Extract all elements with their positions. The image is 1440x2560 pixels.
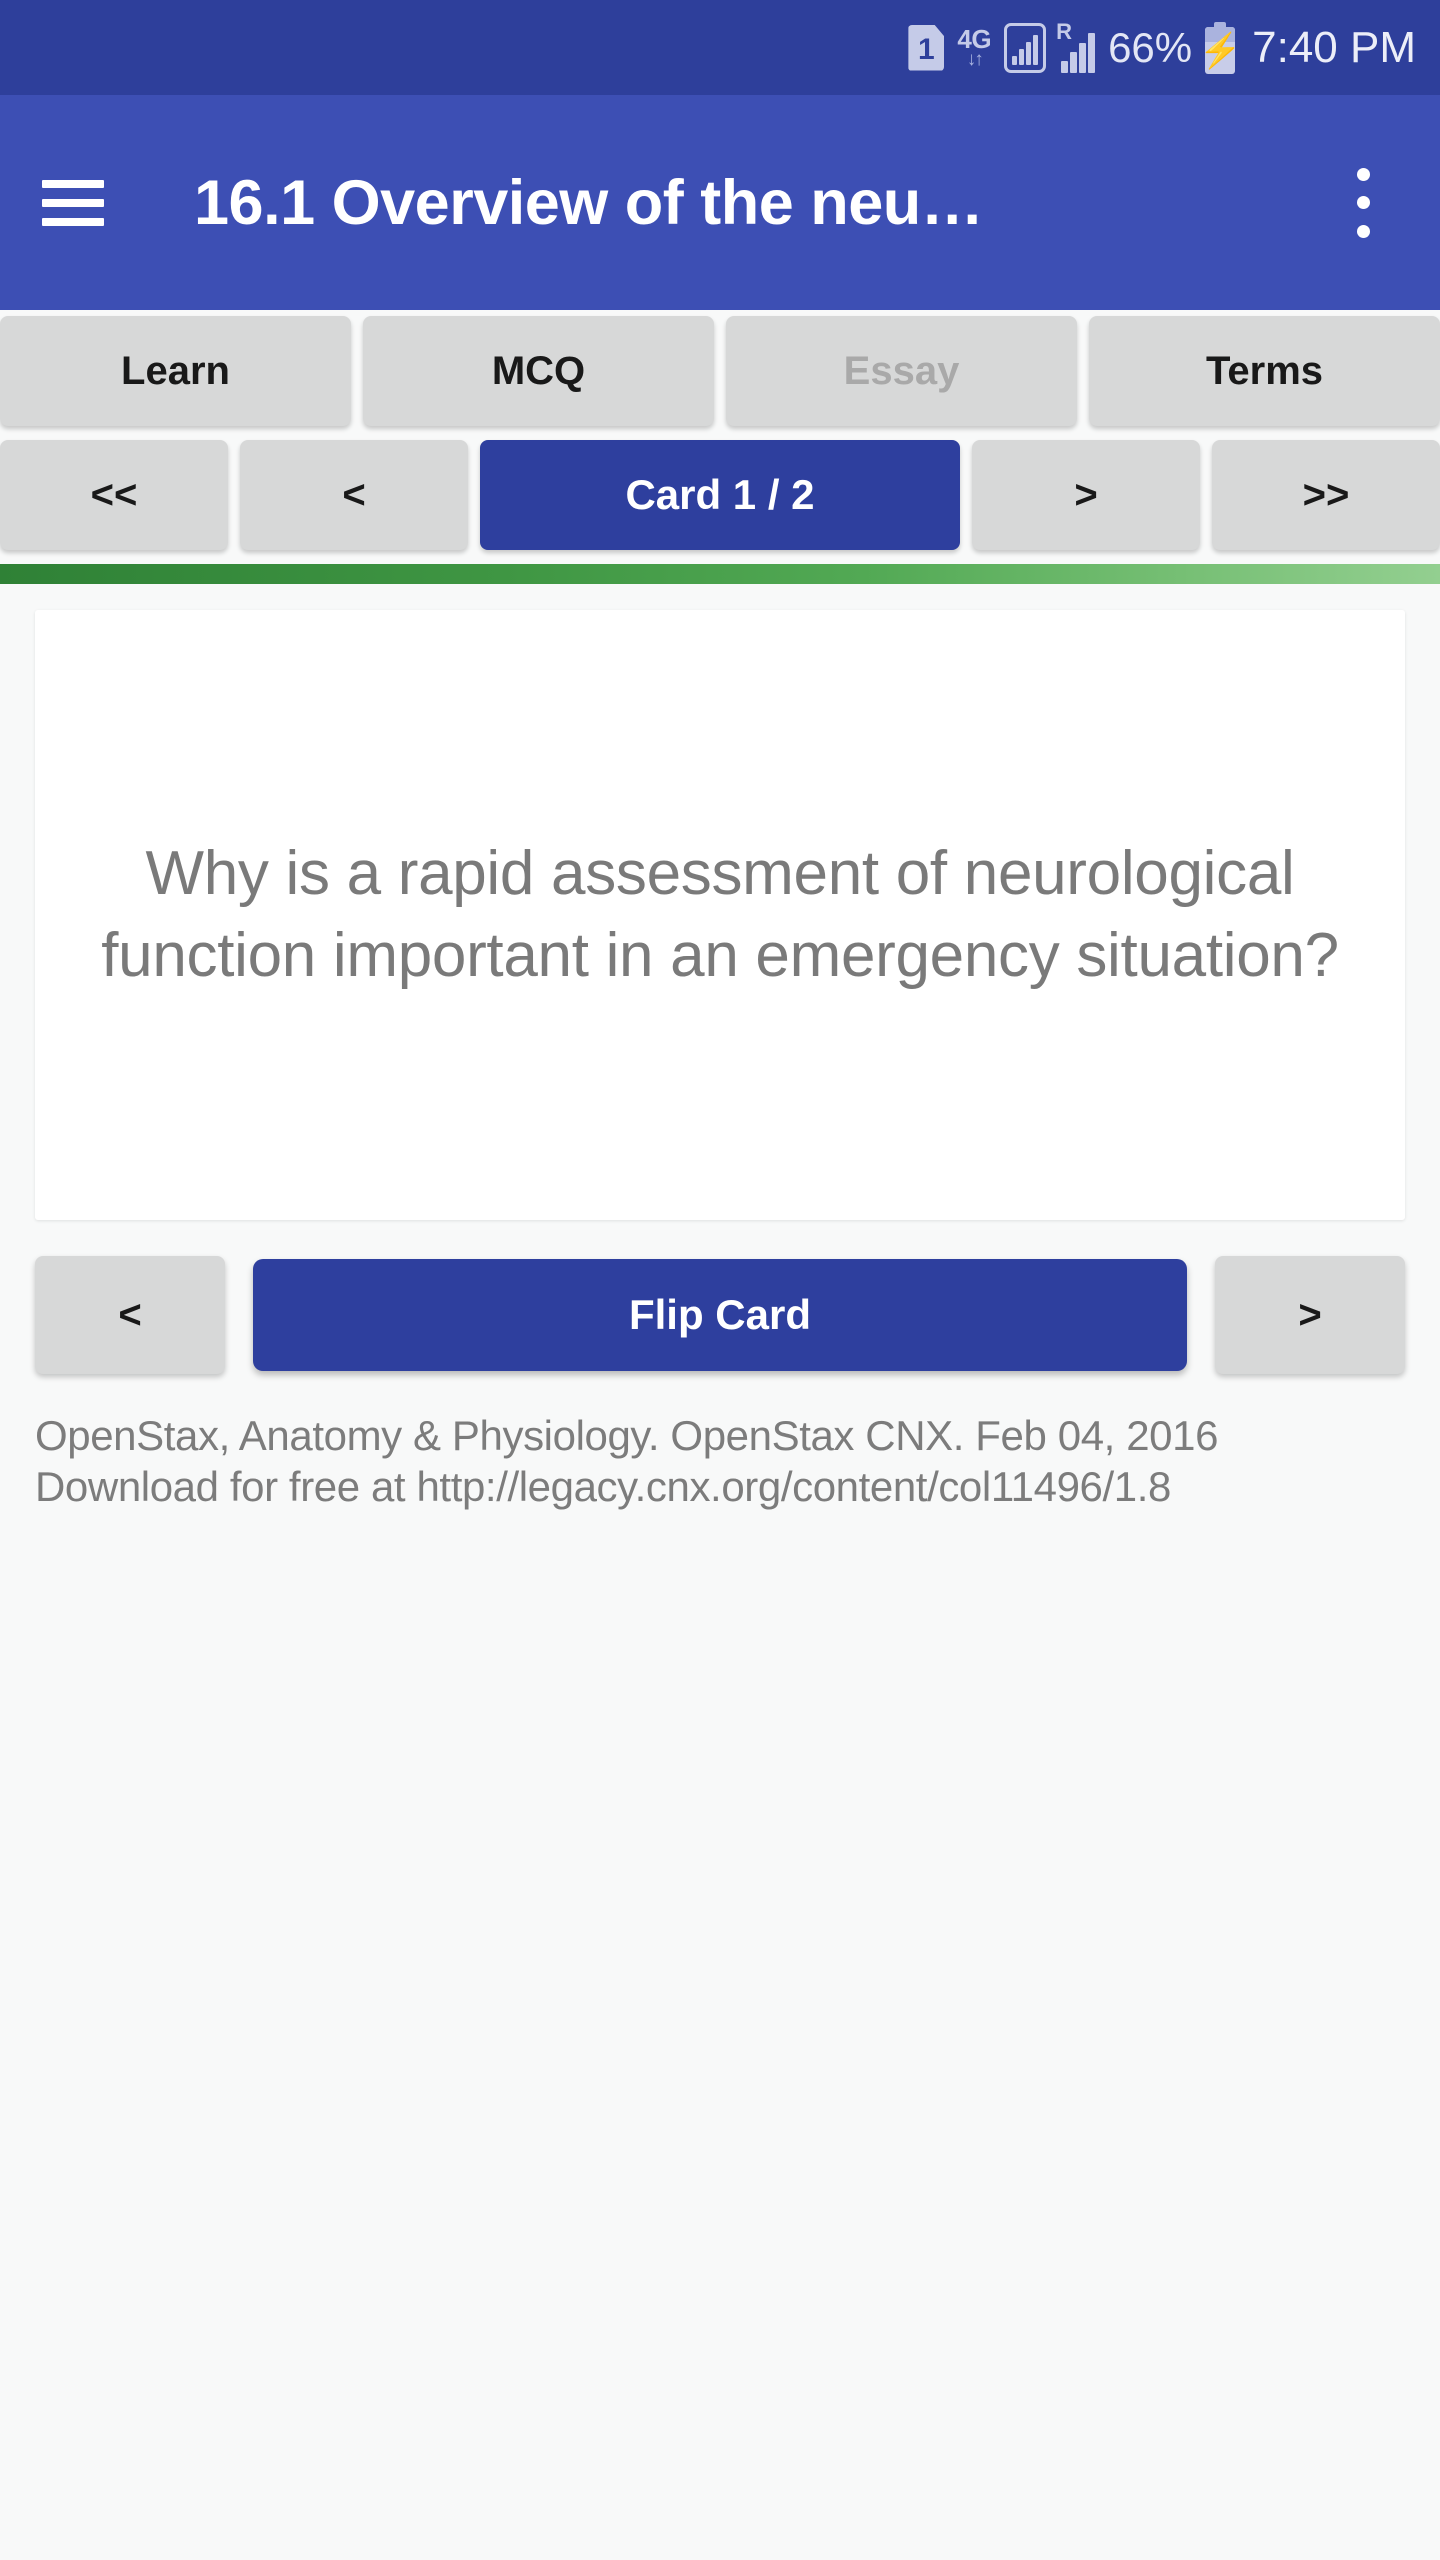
roaming-label: R bbox=[1056, 18, 1072, 44]
signal-bars bbox=[1012, 34, 1039, 65]
battery-percentage: 66% bbox=[1108, 23, 1193, 71]
next-card-button[interactable]: > bbox=[972, 440, 1200, 550]
battery-charging-icon: ⚡ bbox=[1199, 21, 1241, 74]
status-bar-clock: 7:40 PM bbox=[1252, 22, 1416, 72]
network-4g-icon: 4G ↓↑ bbox=[957, 26, 991, 69]
tab-mcq[interactable]: MCQ bbox=[363, 316, 714, 426]
last-card-button[interactable]: >> bbox=[1212, 440, 1440, 550]
attribution-block: OpenStax, Anatomy & Physiology. OpenStax… bbox=[0, 1374, 1440, 1512]
mode-tab-bar: Learn MCQ Essay Terms bbox=[0, 310, 1440, 426]
overflow-menu-icon[interactable] bbox=[1338, 167, 1388, 238]
first-card-button[interactable]: << bbox=[0, 440, 228, 550]
card-counter-button[interactable]: Card 1 / 2 bbox=[480, 440, 960, 550]
progress-bar bbox=[0, 564, 1440, 584]
tab-essay: Essay bbox=[726, 316, 1077, 426]
tab-terms[interactable]: Terms bbox=[1089, 316, 1440, 426]
flip-previous-button[interactable]: < bbox=[35, 1256, 225, 1374]
page-content: Learn MCQ Essay Terms << < Card 1 / 2 > … bbox=[0, 310, 1440, 2560]
app-bar: 16.1 Overview of the neu… bbox=[0, 95, 1440, 310]
status-bar-icons: 1 4G ↓↑ R 66% ⚡ 7:40 PM bbox=[908, 18, 1416, 74]
signal-box-icon bbox=[1004, 22, 1047, 73]
sim-card-number: 1 bbox=[918, 32, 935, 66]
flip-control-bar: < Flip Card > bbox=[0, 1220, 1440, 1374]
attribution-line-2: Download for free at http://legacy.cnx.o… bbox=[35, 1463, 1171, 1511]
status-bar: 1 4G ↓↑ R 66% ⚡ 7:40 PM bbox=[0, 0, 1440, 95]
attribution-line-1: OpenStax, Anatomy & Physiology. OpenStax… bbox=[35, 1412, 1219, 1459]
hamburger-menu-icon[interactable] bbox=[42, 179, 104, 226]
tab-learn[interactable]: Learn bbox=[0, 316, 351, 426]
card-navigation-bar: << < Card 1 / 2 > >> bbox=[0, 426, 1440, 550]
flip-next-button[interactable]: > bbox=[1215, 1256, 1405, 1374]
data-transfer-arrows: ↓↑ bbox=[966, 49, 984, 70]
flash-card-container: Why is a rapid assessment of neurologica… bbox=[0, 584, 1440, 1220]
flash-card[interactable]: Why is a rapid assessment of neurologica… bbox=[35, 610, 1405, 1220]
sim-card-icon: 1 bbox=[908, 24, 945, 71]
page-title: 16.1 Overview of the neu… bbox=[194, 167, 984, 238]
roaming-signal-icon: R bbox=[1056, 18, 1096, 73]
flash-card-question: Why is a rapid assessment of neurologica… bbox=[101, 839, 1339, 990]
previous-card-button[interactable]: < bbox=[240, 440, 468, 550]
flip-card-button[interactable]: Flip Card bbox=[253, 1259, 1187, 1371]
